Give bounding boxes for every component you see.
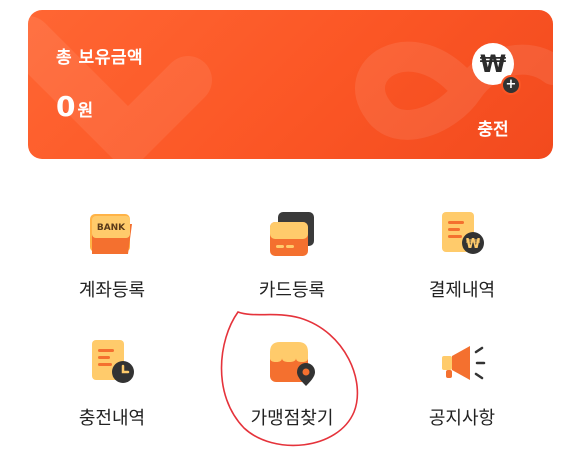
credit-card-icon [270,212,314,256]
balance-unit: 원 [77,101,94,121]
menu-label-store: 가맹점찾기 [250,408,334,429]
bank-icon-text: BANK [97,223,126,233]
menu-label-card: 카드등록 [258,280,326,301]
charge-label: 충전 [477,120,509,140]
menu-label-notice: 공지사항 [428,408,496,429]
menu-notice[interactable]: 공지사항 [380,338,540,448]
balance-label: 총 보유금액 [56,48,144,68]
payment-receipt-icon: ₩ [442,212,484,254]
balance-amount: 0 [56,90,76,123]
menu-charge-history[interactable]: 충전내역 [30,338,190,448]
plus-icon: + [501,75,521,95]
menu-label-account: 계좌등록 [78,280,146,301]
menu-label-charge: 충전내역 [78,408,146,429]
charge-history-icon [92,340,134,383]
menu-payment-history[interactable]: ₩ 결제내역 [380,210,540,320]
balance-amount-row: 0원 [56,90,93,123]
menu-label-payment: 결제내역 [428,280,496,301]
balance-card: 총 보유금액 0원 ₩ + 충전 [28,10,553,159]
menu-account-register[interactable]: BANK 계좌등록 [30,210,190,320]
megaphone-icon [442,346,486,380]
menu-card-register[interactable]: 카드등록 [210,210,370,320]
menu-store-finder[interactable]: 가맹점찾기 [210,338,370,448]
store-location-icon [270,342,315,386]
charge-button[interactable]: ₩ + 충전 [463,43,523,140]
won-badge-text: ₩ [466,237,481,252]
bank-card-icon: BANK [90,214,132,254]
